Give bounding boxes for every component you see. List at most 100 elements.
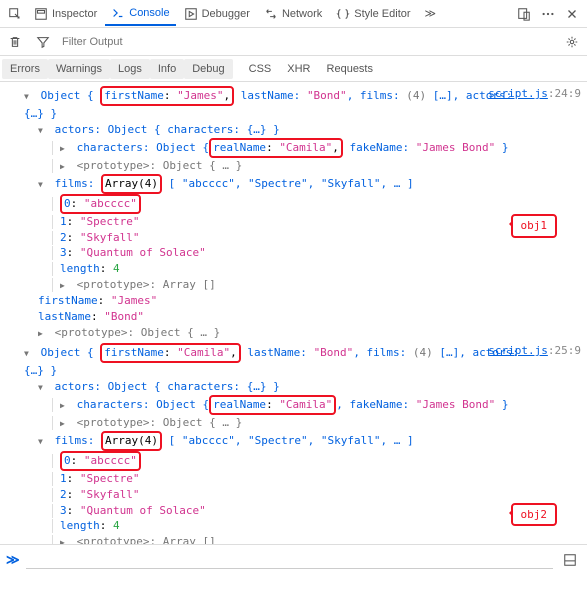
filter-input[interactable] bbox=[60, 34, 555, 50]
arr-label: Array(4) bbox=[101, 174, 162, 194]
val: {…} bbox=[247, 123, 267, 136]
expand-arrow[interactable] bbox=[38, 379, 48, 395]
arr: […] bbox=[426, 89, 453, 102]
prop-row: films: Array(4) [ "abcccc", "Spectre", "… bbox=[0, 174, 587, 194]
cat-debug[interactable]: Debug bbox=[184, 59, 232, 79]
key: actors: Object { characters: bbox=[55, 123, 247, 136]
proto: <prototype>: Object { … } bbox=[55, 326, 221, 339]
close-icon[interactable] bbox=[561, 3, 583, 25]
val: {…} bbox=[247, 380, 267, 393]
array-item: 0: "abcccc" bbox=[0, 194, 587, 214]
key: actors: Object { characters: bbox=[55, 380, 247, 393]
close: } bbox=[495, 398, 508, 411]
cat-info[interactable]: Info bbox=[150, 59, 184, 79]
expand-arrow[interactable] bbox=[24, 88, 34, 104]
log-cont: {…} } bbox=[0, 363, 587, 379]
prop-row: <prototype>: Object { … } bbox=[0, 415, 587, 431]
key: films: bbox=[55, 177, 101, 190]
cat-logs[interactable]: Logs bbox=[110, 59, 150, 79]
tab-label: Inspector bbox=[52, 8, 97, 20]
tab-console[interactable]: Console bbox=[105, 2, 175, 26]
close: } bbox=[267, 123, 280, 136]
overflow-label: ≫ bbox=[425, 7, 437, 20]
arr-label: Array(4) bbox=[101, 431, 162, 451]
cat-css[interactable]: CSS bbox=[241, 59, 280, 79]
cat-xhr[interactable]: XHR bbox=[279, 59, 318, 79]
console-prompt: ≫ bbox=[0, 544, 587, 574]
filter-icon[interactable] bbox=[32, 31, 54, 53]
prop-row: <prototype>: Array [] bbox=[0, 534, 587, 544]
tab-label: Network bbox=[282, 8, 322, 20]
key: , films: bbox=[347, 89, 407, 102]
pick-element-icon[interactable] bbox=[4, 3, 26, 25]
expand-arrow[interactable] bbox=[24, 345, 34, 361]
kebab-icon[interactable] bbox=[537, 3, 559, 25]
arr: […] bbox=[433, 346, 460, 359]
key: fakeName: bbox=[343, 141, 416, 154]
expand-arrow[interactable] bbox=[60, 140, 70, 156]
close: } bbox=[267, 380, 280, 393]
proto: <prototype>: Object { … } bbox=[77, 159, 243, 172]
tab-style-editor[interactable]: Style Editor bbox=[330, 3, 416, 25]
expand-arrow[interactable] bbox=[38, 122, 48, 138]
tab-label: Style Editor bbox=[354, 8, 410, 20]
source-link[interactable]: script.js:24:9 bbox=[488, 86, 581, 102]
console-output: Object { firstName: "James", lastName: "… bbox=[0, 82, 587, 544]
close: } bbox=[495, 141, 508, 154]
array-item: 2: "Skyfall" bbox=[0, 487, 587, 503]
expand-arrow[interactable] bbox=[60, 277, 70, 293]
count: (4) bbox=[406, 89, 426, 102]
category-row: Errors Warnings Logs Info Debug CSS XHR … bbox=[0, 56, 587, 82]
expand-arrow[interactable] bbox=[60, 415, 70, 431]
tab-label: Console bbox=[129, 7, 169, 19]
val: "James Bond" bbox=[416, 398, 495, 411]
split-console-icon[interactable] bbox=[559, 549, 581, 571]
array-item: 1: "Spectre" obj1 bbox=[0, 214, 587, 230]
array-item: 3: "Quantum of Solace" obj2 bbox=[0, 503, 587, 519]
devtools-toolbar: Inspector Console Debugger Network Style… bbox=[0, 0, 587, 28]
prop-row: length: 4 bbox=[0, 518, 587, 534]
settings-icon[interactable] bbox=[561, 31, 583, 53]
tab-label: Debugger bbox=[202, 8, 250, 20]
cat-requests[interactable]: Requests bbox=[319, 59, 381, 79]
tab-inspector[interactable]: Inspector bbox=[28, 3, 103, 25]
key: , films: bbox=[353, 346, 413, 359]
console-input[interactable] bbox=[26, 551, 553, 569]
expand-arrow[interactable] bbox=[60, 158, 70, 174]
key: films: bbox=[55, 434, 101, 447]
prop-row: films: Array(4) [ "abcccc", "Spectre", "… bbox=[0, 431, 587, 451]
prop-row: actors: Object { characters: {…} } bbox=[0, 122, 587, 138]
prop-row: length: 4 bbox=[0, 261, 587, 277]
responsive-icon[interactable] bbox=[513, 3, 535, 25]
tab-network[interactable]: Network bbox=[258, 3, 328, 25]
cat-warnings[interactable]: Warnings bbox=[48, 59, 110, 79]
close: } bbox=[44, 107, 57, 120]
cat-errors[interactable]: Errors bbox=[2, 59, 48, 79]
array-item: 1: "Spectre" bbox=[0, 471, 587, 487]
expand-arrow[interactable] bbox=[60, 397, 70, 413]
log-cont: {…} } bbox=[0, 106, 587, 122]
val: "Bond" bbox=[314, 346, 354, 359]
proto: <prototype>: Array [] bbox=[77, 535, 216, 544]
expand-arrow[interactable] bbox=[38, 433, 48, 449]
expand-arrow[interactable] bbox=[38, 325, 48, 341]
expand-arrow[interactable] bbox=[60, 534, 70, 544]
key: characters: Object { bbox=[77, 141, 209, 154]
tab-debugger[interactable]: Debugger bbox=[178, 3, 256, 25]
array-item: 3: "Quantum of Solace" bbox=[0, 245, 587, 261]
prop-row: characters: Object { realName: "Camila",… bbox=[0, 138, 587, 158]
proto: <prototype>: Object { … } bbox=[77, 416, 243, 429]
key: characters: Object { bbox=[77, 398, 209, 411]
tab-overflow[interactable]: ≫ bbox=[419, 3, 443, 24]
prop-row: lastName: "Bond" bbox=[0, 309, 587, 325]
prompt-icon: ≫ bbox=[6, 552, 20, 568]
source-link[interactable]: script.js:25:9 bbox=[488, 343, 581, 359]
log-entry: Object { firstName: "Camila", lastName: … bbox=[0, 343, 587, 363]
trash-icon[interactable] bbox=[4, 31, 26, 53]
prop-row: firstName: "James" bbox=[0, 293, 587, 309]
log-entry: Object { firstName: "James", lastName: "… bbox=[0, 86, 587, 106]
val: "Bond" bbox=[307, 89, 347, 102]
obj: {…} bbox=[24, 364, 44, 377]
expand-arrow[interactable] bbox=[38, 176, 48, 192]
close: } bbox=[44, 364, 57, 377]
